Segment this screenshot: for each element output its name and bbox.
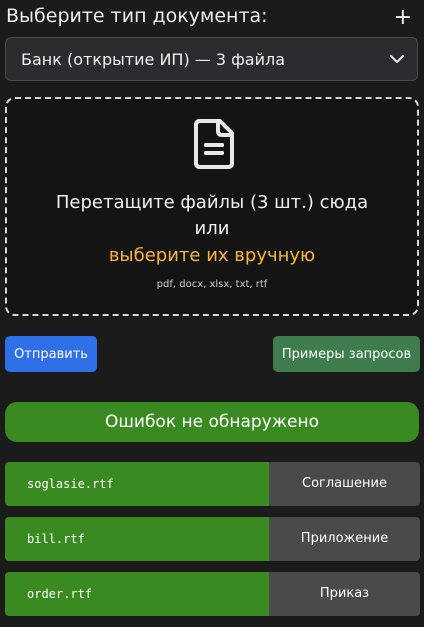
choose-files-link[interactable]: выберите их вручную (7, 245, 417, 266)
dropzone-instruction: Перетащите файлы (3 шт.) сюда (55, 192, 369, 213)
page-title: Выберите тип документа: (6, 5, 268, 27)
file-type-button[interactable]: Приказ (269, 572, 420, 616)
dropzone-or-text: или (194, 218, 230, 239)
file-name: order.rtf (5, 572, 269, 616)
allowed-formats-text: pdf, docx, xlsx, txt, rtf (156, 279, 268, 290)
file-name: bill.rtf (5, 517, 269, 561)
status-message: Ошибок не обнаружено (5, 402, 419, 442)
header: Выберите тип документа: + (6, 4, 418, 30)
app-root: Выберите тип документа: + Банк (открытие… (0, 0, 424, 627)
file-type-button[interactable]: Приложение (269, 517, 420, 561)
document-type-select[interactable]: Банк (открытие ИП) — 3 файла (5, 37, 418, 81)
chevron-down-icon (390, 55, 404, 63)
send-button[interactable]: Отправить (5, 336, 97, 372)
add-document-type-button[interactable]: + (394, 6, 412, 30)
file-type-button[interactable]: Соглашение (269, 462, 420, 506)
document-type-selected-value: Банк (открытие ИП) — 3 файла (21, 50, 286, 69)
file-row-bill: bill.rtf Приложение (5, 517, 420, 561)
file-dropzone[interactable]: Перетащите файлы (3 шт.) сюда или выбери… (5, 97, 419, 316)
file-text-icon (194, 119, 234, 169)
file-name: soglasie.rtf (5, 462, 269, 506)
file-row-order: order.rtf Приказ (5, 572, 420, 616)
request-examples-button[interactable]: Примеры запросов (273, 336, 420, 372)
file-row-soglasie: soglasie.rtf Соглашение (5, 462, 420, 506)
